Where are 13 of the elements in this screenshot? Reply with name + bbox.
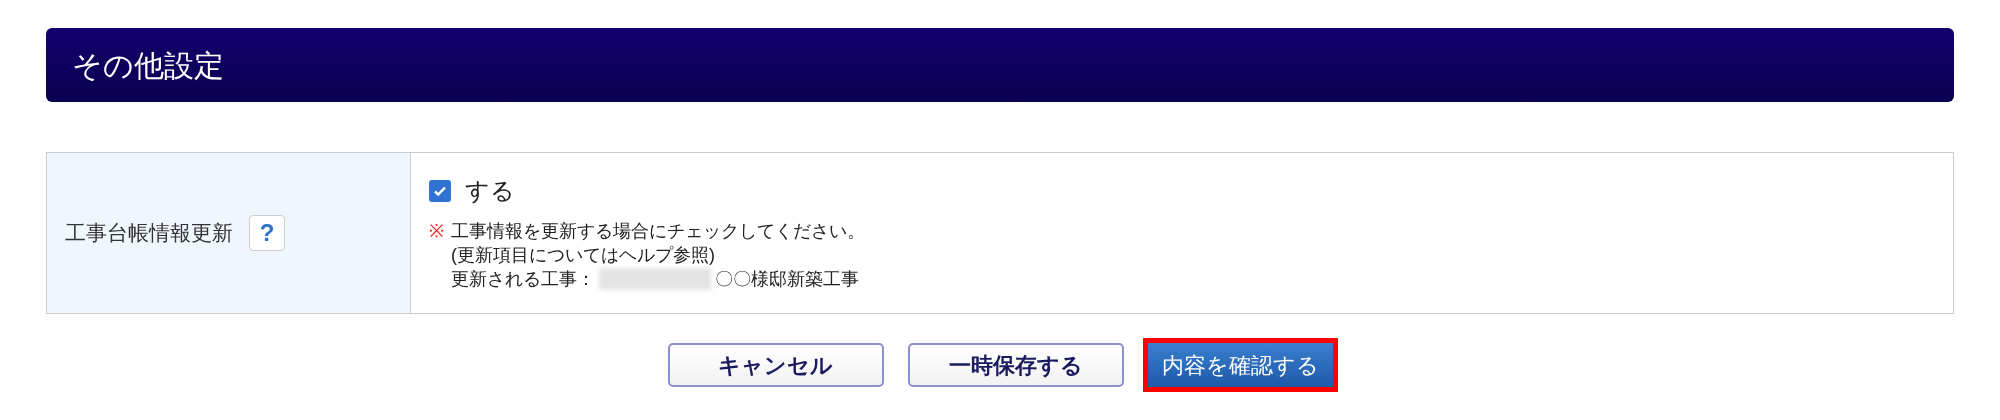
- section-title: その他設定: [72, 47, 224, 84]
- setting-label: 工事台帳情報更新: [65, 220, 233, 247]
- checkbox-label[interactable]: する: [465, 173, 515, 209]
- note-text: 工事情報を更新する場合にチェックしてください。: [451, 220, 865, 243]
- target-name: 〇〇様邸新築工事: [715, 268, 859, 291]
- action-button[interactable]: 内容を確認する: [1147, 343, 1333, 387]
- note-text: (更新項目についてはヘルプ参照): [451, 244, 716, 267]
- help-button[interactable]: ?: [249, 215, 285, 251]
- action-button[interactable]: キャンセル: [667, 343, 884, 387]
- note-mark: ※: [429, 220, 445, 243]
- checkbox[interactable]: [429, 180, 451, 202]
- action-button[interactable]: 一時保存する: [907, 343, 1124, 387]
- target-label: 更新される工事：: [451, 268, 595, 291]
